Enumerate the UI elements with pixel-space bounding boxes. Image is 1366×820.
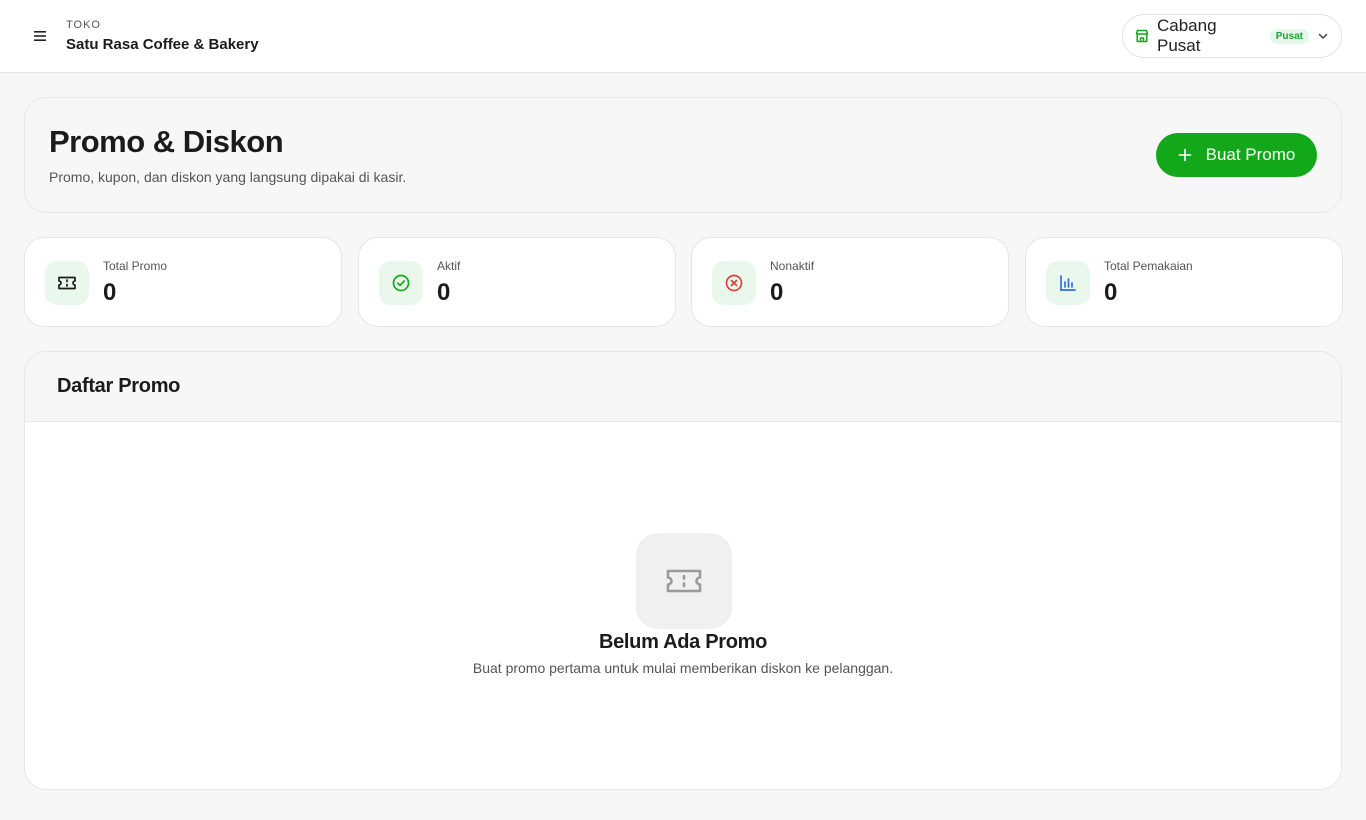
store-info: TOKO Satu Rasa Coffee & Bakery [66, 18, 259, 56]
ticket-icon [45, 261, 89, 305]
empty-state-title: Belum Ada Promo [598, 631, 768, 653]
promo-list-card: Daftar Promo Belum Ada Promo Buat promo … [24, 351, 1342, 790]
promo-list-title: Daftar Promo [57, 375, 181, 397]
stats-row: Total Promo 0 Aktif 0 Nonaktif 0 Total P… [24, 237, 1343, 327]
store-icon [1135, 29, 1149, 43]
hamburger-icon[interactable] [28, 24, 52, 48]
stat-card-aktif: Aktif 0 [358, 237, 676, 327]
page-title: Promo & Diskon [49, 124, 284, 159]
top-bar: TOKO Satu Rasa Coffee & Bakery Cabang Pu… [0, 0, 1366, 73]
branch-selector[interactable]: Cabang Pusat Pusat [1122, 14, 1342, 58]
stat-label: Aktif [437, 259, 461, 273]
check-circle-icon [379, 261, 423, 305]
page-subtitle: Promo, kupon, dan diskon yang langsung d… [49, 169, 407, 185]
x-circle-icon [712, 261, 756, 305]
stat-card-nonaktif: Nonaktif 0 [691, 237, 1009, 327]
promo-list-header: Daftar Promo [25, 352, 1341, 422]
branch-badge: Pusat [1269, 28, 1309, 44]
ticket-icon [636, 533, 732, 629]
stat-label: Total Promo [103, 259, 168, 273]
page-header: Promo & Diskon Promo, kupon, dan diskon … [24, 97, 1342, 213]
stat-value: 0 [437, 279, 451, 306]
stat-card-total-pemakaian: Total Pemakaian 0 [1025, 237, 1343, 327]
stat-value: 0 [1104, 279, 1118, 306]
branch-name: Cabang Pusat [1157, 16, 1217, 55]
plus-icon [1178, 148, 1192, 162]
stat-value: 0 [103, 279, 117, 306]
empty-state-text: Buat promo pertama untuk mulai memberika… [472, 660, 894, 676]
stat-card-total-promo: Total Promo 0 [24, 237, 342, 327]
stat-label: Nonaktif [770, 259, 815, 273]
create-promo-label: Buat Promo [1205, 145, 1296, 164]
store-name: Satu Rasa Coffee & Bakery [66, 36, 259, 53]
stat-value: 0 [770, 279, 784, 306]
create-promo-button[interactable]: Buat Promo [1156, 133, 1317, 177]
stat-label: Total Pemakaian [1104, 259, 1193, 273]
store-caption: TOKO [66, 19, 101, 31]
chevron-down-icon [1317, 30, 1329, 42]
bar-chart-icon [1046, 261, 1090, 305]
